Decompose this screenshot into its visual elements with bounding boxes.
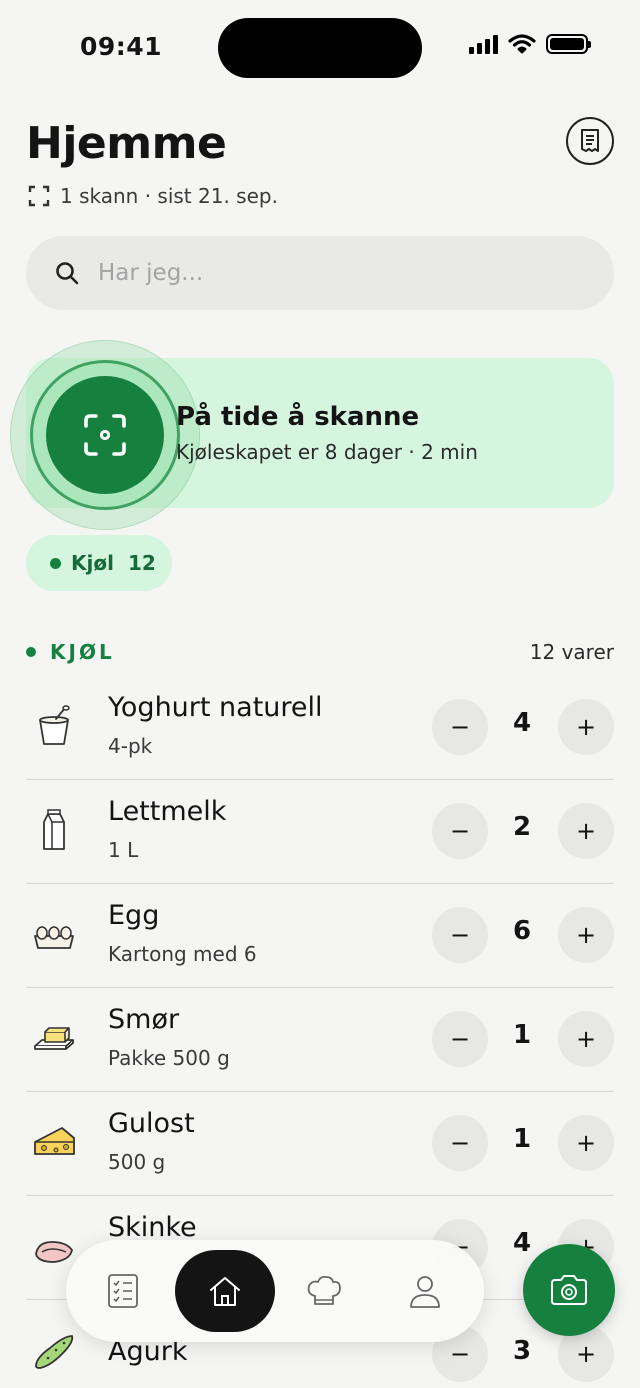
section-count: 12 varer <box>529 640 614 664</box>
milk-carton-icon <box>43 809 65 850</box>
scan-icon <box>84 414 126 456</box>
item-subtitle: 500 g <box>108 1150 166 1174</box>
list-icon <box>108 1274 138 1308</box>
yogurt-icon <box>39 705 70 745</box>
section-header: KJØL 12 varer <box>26 640 614 664</box>
bottom-tab-bar <box>66 1240 484 1342</box>
item-quantity: 1 <box>512 1020 532 1050</box>
section-title: KJØL <box>50 640 115 664</box>
search-bar[interactable] <box>26 236 614 310</box>
decrease-button[interactable]: − <box>432 1011 488 1067</box>
increase-button[interactable]: + <box>558 1115 614 1171</box>
increase-button[interactable]: + <box>558 803 614 859</box>
decrease-button[interactable]: − <box>432 803 488 859</box>
scan-meta-text: 1 skann · sist 21. sep. <box>60 184 278 208</box>
camera-button[interactable] <box>523 1244 615 1336</box>
egg-carton-icon <box>34 926 74 949</box>
list-item[interactable]: Egg Kartong med 6 − 6 + <box>26 884 614 988</box>
item-subtitle: Kartong med 6 <box>108 942 257 966</box>
decrease-button[interactable]: − <box>432 1115 488 1171</box>
tab-list[interactable] <box>82 1250 164 1332</box>
item-name: Egg <box>108 900 160 931</box>
chef-hat-icon <box>307 1275 341 1305</box>
wifi-icon <box>508 34 536 54</box>
tab-home[interactable] <box>175 1250 275 1332</box>
dynamic-island <box>218 18 422 78</box>
list-item[interactable]: Gulost 500 g − 1 + <box>26 1092 614 1196</box>
receipt-icon <box>581 129 599 152</box>
item-name: Skinke <box>108 1212 197 1243</box>
increase-button[interactable]: + <box>558 699 614 755</box>
status-bar: 09:41 <box>0 0 640 96</box>
tab-profile[interactable] <box>384 1250 466 1332</box>
cheese-icon <box>34 1127 75 1155</box>
butter-icon <box>34 1027 74 1050</box>
filter-chip-fridge[interactable]: Kjøl 12 <box>26 535 172 591</box>
search-icon <box>56 262 79 285</box>
page-title: Hjemme <box>26 118 227 169</box>
scan-button[interactable] <box>46 376 164 494</box>
list-item[interactable]: Yoghurt naturell 4-pk − 4 + <box>26 676 614 780</box>
scan-card-subtitle: Kjøleskapet er 8 dager · 2 min <box>176 440 478 464</box>
item-quantity: 2 <box>512 812 532 842</box>
list-item[interactable]: Smør Pakke 500 g − 1 + <box>26 988 614 1092</box>
battery-icon <box>546 34 591 54</box>
status-dot <box>50 557 61 569</box>
status-time: 09:41 <box>80 32 163 61</box>
scan-card-title: På tide å skanne <box>176 402 420 432</box>
search-input[interactable] <box>98 260 538 286</box>
cucumber-icon <box>35 1335 74 1369</box>
item-quantity: 1 <box>512 1124 532 1154</box>
scan-frame-icon <box>28 185 50 207</box>
chip-label: Kjøl <box>71 551 114 575</box>
ham-icon <box>35 1241 73 1263</box>
section-dot <box>26 647 36 657</box>
home-icon <box>210 1277 240 1306</box>
receipt-button[interactable] <box>566 117 614 165</box>
item-subtitle: 4-pk <box>108 734 153 758</box>
system-icons <box>469 34 591 54</box>
decrease-button[interactable]: − <box>432 699 488 755</box>
item-name: Smør <box>108 1004 180 1035</box>
item-subtitle: Pakke 500 g <box>108 1046 230 1070</box>
item-quantity: 3 <box>512 1336 532 1366</box>
profile-icon <box>410 1276 440 1308</box>
scan-meta: 1 skann · sist 21. sep. <box>28 184 278 208</box>
section-label: KJØL <box>26 640 115 664</box>
decrease-button[interactable]: − <box>432 907 488 963</box>
cellular-signal-icon <box>469 34 498 54</box>
list-item[interactable]: Lettmelk 1 L − 2 + <box>26 780 614 884</box>
increase-button[interactable]: + <box>558 1011 614 1067</box>
increase-button[interactable]: + <box>558 907 614 963</box>
item-name: Yoghurt naturell <box>108 692 323 723</box>
item-quantity: 4 <box>512 708 532 738</box>
item-name: Gulost <box>108 1108 195 1139</box>
chip-count: 12 <box>127 551 156 575</box>
item-subtitle: 1 L <box>108 838 139 862</box>
item-quantity: 6 <box>512 916 532 946</box>
tab-recipes[interactable] <box>283 1250 365 1332</box>
camera-icon <box>551 1275 587 1305</box>
item-name: Lettmelk <box>108 796 227 827</box>
